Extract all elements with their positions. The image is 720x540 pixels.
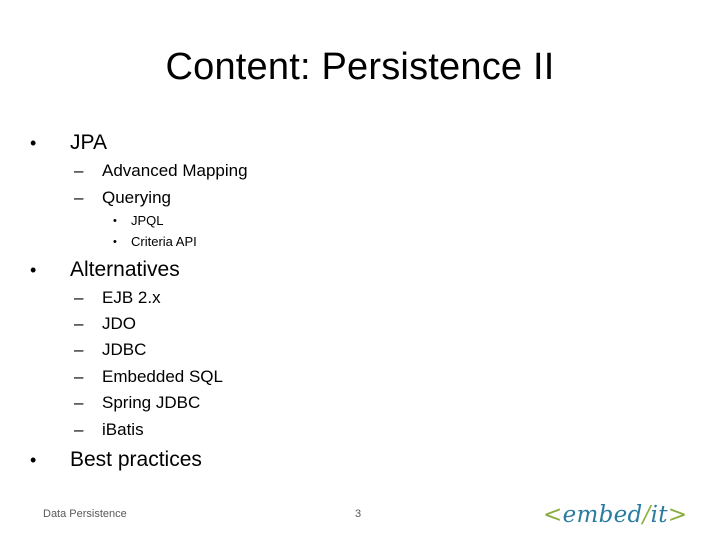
sub-bullet-label: EJB 2.x xyxy=(102,288,161,307)
embedit-logo: <embed/it> xyxy=(543,500,687,530)
bullet-label: Alternatives xyxy=(70,258,180,281)
logo-open-bracket: < xyxy=(543,502,563,528)
bullet-label: JPA xyxy=(70,131,107,154)
footer-title: Data Persistence xyxy=(43,508,127,520)
sub-bullet-label: Embedded SQL xyxy=(102,367,223,386)
sub-bullet-label: JDO xyxy=(102,314,136,333)
bullet-dot-icon: • xyxy=(113,236,117,248)
sub-bullet-label: iBatis xyxy=(102,420,144,439)
bullet-dot-icon: • xyxy=(30,450,37,470)
dash-bullet-icon: – xyxy=(74,340,84,359)
sub-bullet-label: Spring JDBC xyxy=(102,393,201,412)
dash-bullet-icon: – xyxy=(74,314,84,333)
bullet-dot-icon: • xyxy=(30,133,37,153)
logo-embed-text: embed xyxy=(562,502,643,528)
dash-bullet-icon: – xyxy=(74,288,84,307)
logo-slash: / xyxy=(642,502,651,528)
logo-close-bracket: > xyxy=(667,502,688,528)
bullet-label: Best practices xyxy=(70,448,202,471)
page-number: 3 xyxy=(355,508,362,520)
dash-bullet-icon: – xyxy=(74,420,84,439)
sub-sub-bullet-label: Criteria API xyxy=(131,234,197,249)
bullet-dot-icon: • xyxy=(30,260,37,280)
sub-sub-bullet-label: JPQL xyxy=(131,213,164,228)
logo-it-text: it xyxy=(650,502,668,528)
sub-bullet-label: Advanced Mapping xyxy=(102,161,248,180)
dash-bullet-icon: – xyxy=(74,367,84,386)
sub-bullet-label: Querying xyxy=(102,188,171,207)
sub-bullet-label: JDBC xyxy=(102,340,147,359)
slide-content: • JPA – Advanced Mapping – Querying • JP… xyxy=(0,0,720,540)
dash-bullet-icon: – xyxy=(74,161,84,180)
dash-bullet-icon: – xyxy=(74,393,84,412)
dash-bullet-icon: – xyxy=(74,188,84,207)
bullet-dot-icon: • xyxy=(113,215,117,227)
